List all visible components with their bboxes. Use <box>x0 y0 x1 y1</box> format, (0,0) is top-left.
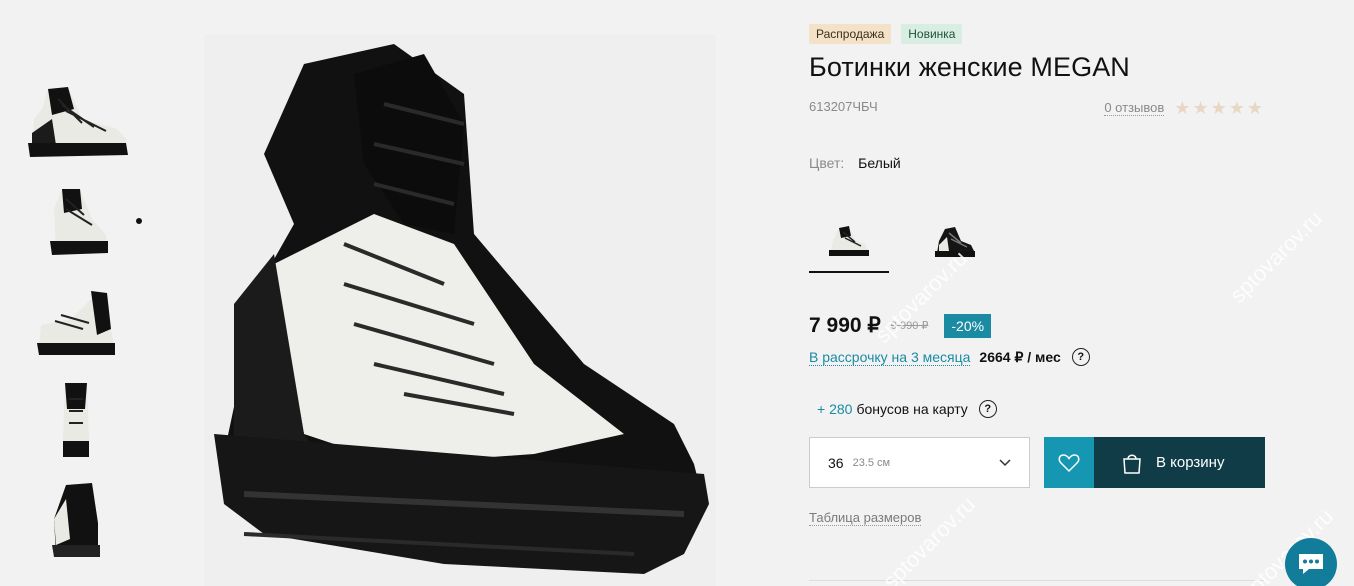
old-price-value: 9 990 <box>890 320 919 332</box>
discount-badge: -20% <box>944 313 992 338</box>
thumbnail-4[interactable] <box>22 375 130 463</box>
thumbnail-2[interactable] <box>22 175 130 263</box>
star-icon: ★ <box>1174 98 1193 118</box>
main-product-image[interactable] <box>204 34 716 586</box>
current-price: 7 990 ₽ <box>809 313 881 338</box>
active-thumbnail-indicator <box>136 218 142 224</box>
boot-main-image <box>214 44 709 574</box>
bonus-row: + 280 бонусов на карту ? <box>817 400 1265 418</box>
size-select[interactable]: 36 23.5 см <box>809 437 1030 488</box>
star-icon: ★ <box>1228 98 1247 118</box>
thumbnail-5[interactable] <box>22 475 130 563</box>
selected-size: 36 <box>828 454 844 471</box>
price-value: 7 990 <box>809 314 862 337</box>
sale-badge: Распродажа <box>809 24 892 44</box>
new-badge: Новинка <box>901 24 963 44</box>
installment-help-icon[interactable]: ? <box>1071 348 1090 366</box>
boot-variant-white-image <box>829 226 869 256</box>
boot-inner-image <box>37 291 115 355</box>
product-title: Ботинки женские MEGAN <box>809 52 1130 82</box>
product-sku: 613207ЧБЧ <box>809 99 878 114</box>
color-label: Цвет: <box>809 155 845 171</box>
product-meta: 613207ЧБЧ 0 отзывов ★★★★★ <box>809 99 1265 117</box>
price-row: 7 990 ₽ 9 990 ₽ -20% <box>809 313 1265 338</box>
chat-bubble-icon <box>1299 554 1323 574</box>
size-table-link[interactable]: Таблица размеров <box>809 510 922 526</box>
variant-black[interactable] <box>915 209 995 273</box>
reviews-block: 0 отзывов ★★★★★ <box>1104 99 1265 117</box>
variant-white[interactable] <box>809 209 889 273</box>
boot-front-image <box>63 383 89 457</box>
boot-angle-image <box>50 189 108 255</box>
old-price: 9 990 ₽ <box>891 319 929 332</box>
old-price-currency: ₽ <box>921 320 929 332</box>
bonus-amount: + 280 <box>817 401 853 417</box>
installment-link[interactable]: В рассрочку на 3 месяца <box>809 349 971 366</box>
reviews-link[interactable]: 0 отзывов <box>1104 100 1165 116</box>
installment-row: В рассрочку на 3 месяца 2664 ₽ / мес ? <box>809 348 1265 366</box>
selected-size-cm: 23.5 см <box>852 456 891 469</box>
divider <box>809 580 1265 581</box>
star-icon: ★ <box>1246 98 1265 118</box>
currency-symbol: ₽ <box>867 314 881 337</box>
shopping-bag-icon <box>1123 454 1141 474</box>
thumbnail-1[interactable] <box>22 75 130 163</box>
bonus-text: бонусов на карту <box>856 401 968 417</box>
chat-button[interactable] <box>1285 538 1337 586</box>
bonus-help-icon[interactable]: ? <box>978 400 997 418</box>
thumbnail-gallery <box>22 75 134 575</box>
boot-variant-black-image <box>935 227 975 257</box>
boot-side-image <box>28 87 128 157</box>
installment-amount: 2664 ₽ / мес <box>979 348 1061 365</box>
rating-stars: ★★★★★ <box>1174 99 1265 117</box>
color-row: Цвет: Белый <box>809 155 1265 171</box>
favorite-button[interactable] <box>1044 437 1094 488</box>
thumbnail-3[interactable] <box>22 275 130 363</box>
star-icon: ★ <box>1210 98 1229 118</box>
color-value: Белый <box>858 155 901 171</box>
add-to-cart-button[interactable]: В корзину <box>1094 437 1265 488</box>
color-variants <box>809 209 1265 273</box>
product-info: Распродажа Новинка Ботинки женские MEGAN… <box>809 24 1265 527</box>
boot-back-image <box>52 483 100 557</box>
add-to-cart-label: В корзину <box>1156 454 1225 471</box>
heart-icon <box>1058 453 1080 472</box>
star-icon: ★ <box>1192 98 1211 118</box>
chevron-down-icon <box>999 458 1011 466</box>
purchase-actions: 36 23.5 см В корзину <box>809 437 1265 488</box>
badge-row: Распродажа Новинка <box>809 24 1265 44</box>
